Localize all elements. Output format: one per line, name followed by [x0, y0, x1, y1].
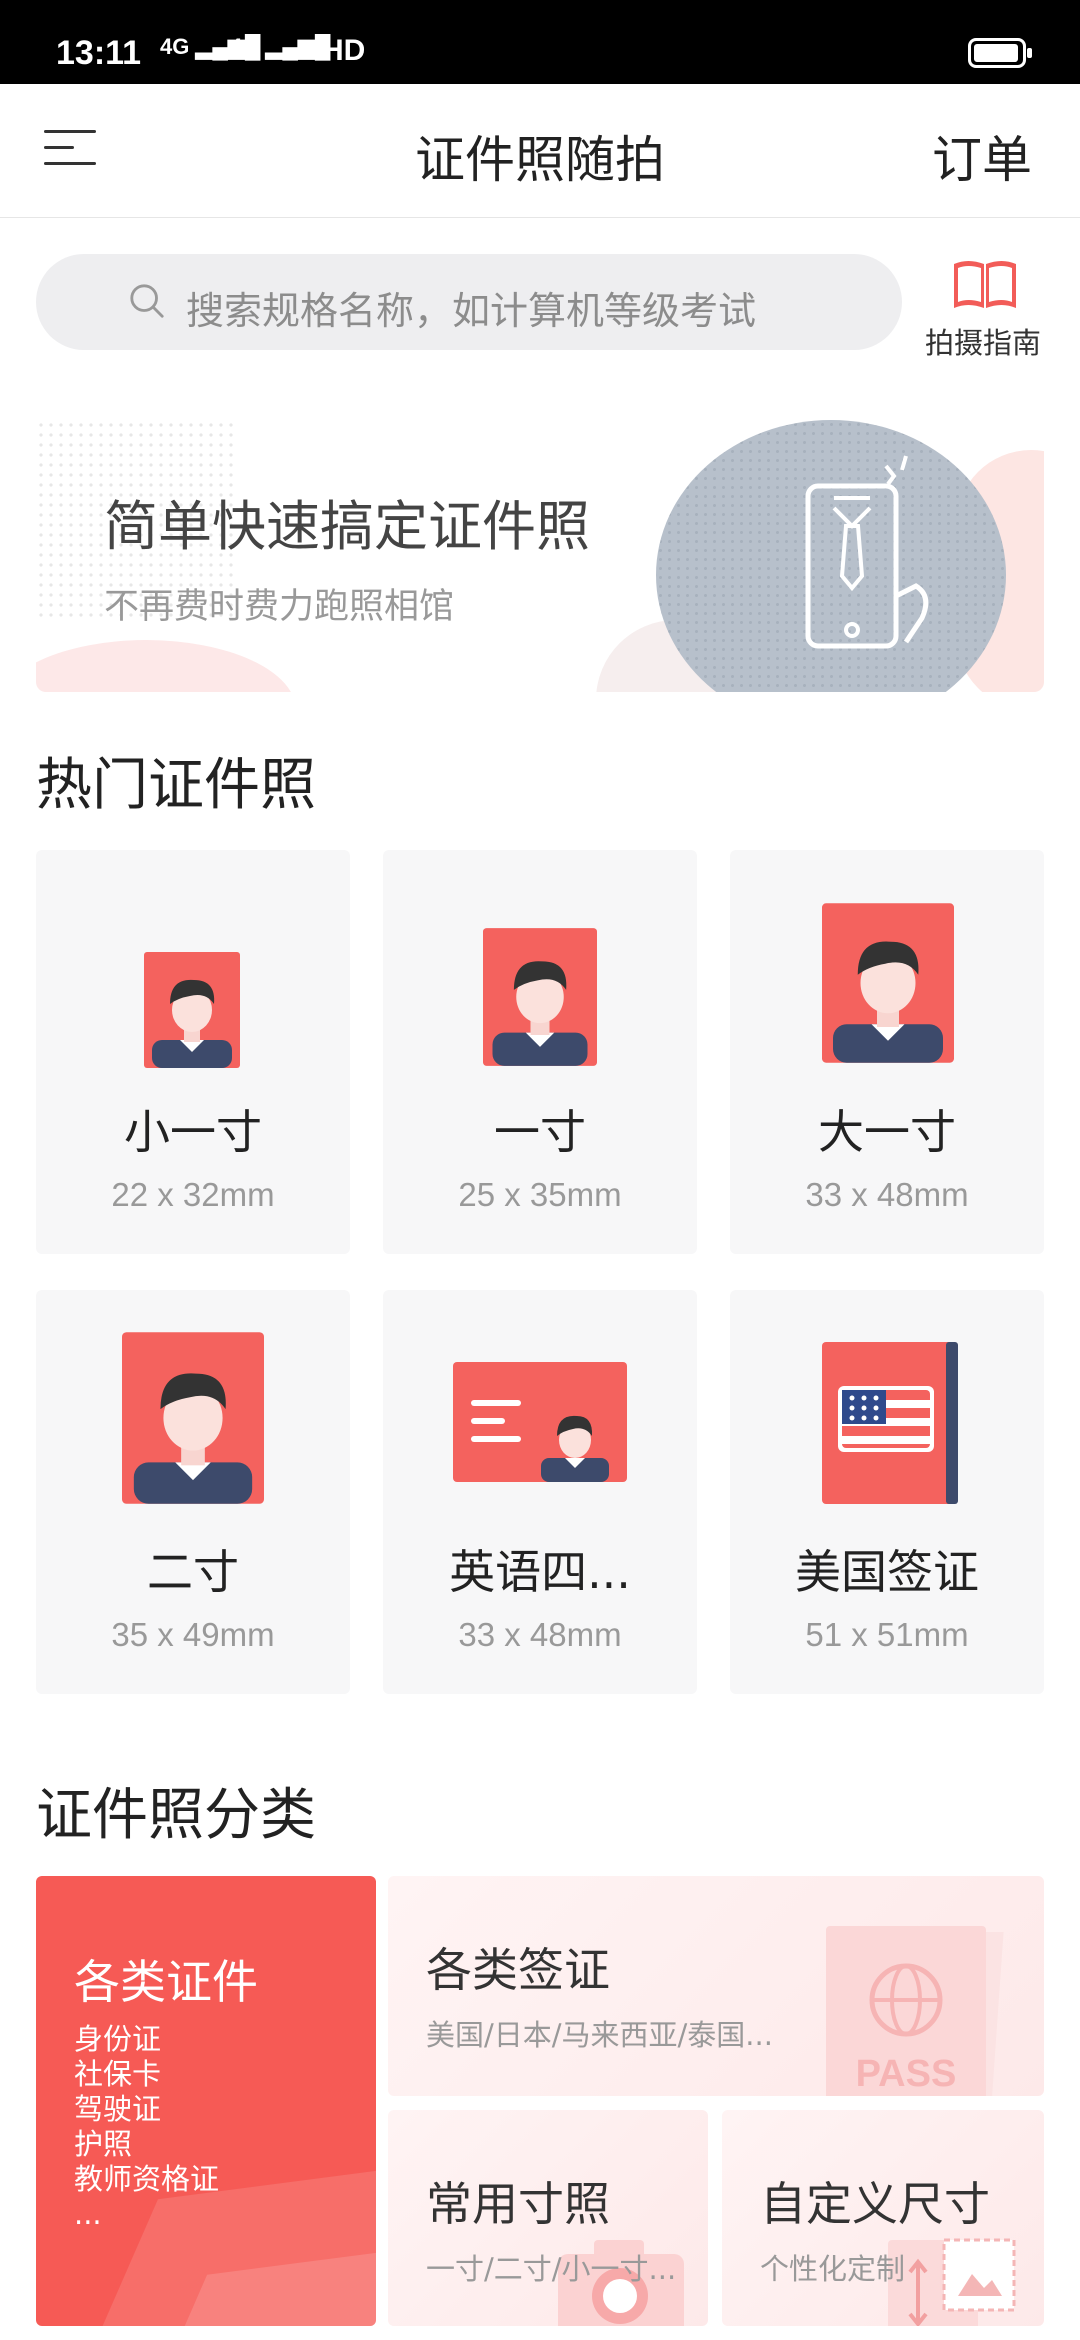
battery-icon [968, 38, 1032, 68]
hot-section-title: 热门证件照 [36, 753, 316, 818]
portrait-photo-icon [122, 1332, 264, 1504]
page-title: 证件照随拍 [415, 131, 665, 189]
document-type-list: 身份证 社保卡 驾驶证 护照 教师资格证 ... [74, 2022, 219, 2232]
category-visas[interactable]: PASS 各类签证 美国/日本/马来西亚/泰国... [388, 1876, 1044, 2096]
hot-item-name: 英语四... [449, 1545, 631, 1599]
hot-item-name: 一寸 [494, 1105, 586, 1159]
hot-item-size: 51 x 51mm [805, 1616, 969, 1653]
category-desc: 美国/日本/马来西亚/泰国... [426, 2018, 773, 2052]
list-item: 教师资格证 [74, 2162, 220, 2196]
list-item: 身份证 [74, 2022, 162, 2056]
orders-button[interactable]: 订单 [932, 120, 1032, 192]
portrait-photo-icon [483, 928, 597, 1066]
portrait-photo-icon [822, 903, 954, 1063]
hd-indicator: HD [322, 34, 366, 67]
hot-item-size: 35 x 49mm [111, 1616, 275, 1653]
category-desc: 个性化定制 [760, 2252, 906, 2286]
signal-icon-2: 4G ▂▄▆█ [230, 34, 331, 59]
hot-item-cet4[interactable]: 英语四... 33 x 48mm [383, 1290, 697, 1694]
shooting-guide-label: 拍摄指南 [924, 326, 1041, 360]
search-placeholder: 搜索规格名称，如计算机等级考试 [186, 289, 757, 333]
hot-item-size: 22 x 32mm [111, 1176, 275, 1213]
search-icon [130, 284, 164, 318]
category-desc: 一寸/二寸/小一寸... [426, 2252, 677, 2286]
hot-item-small-one-inch[interactable]: 小一寸 22 x 32mm [36, 850, 350, 1254]
hot-item-one-inch[interactable]: 一寸 25 x 35mm [383, 850, 697, 1254]
list-item: 社保卡 [74, 2057, 162, 2091]
banner-headline: 简单快速搞定证件照 [104, 495, 590, 558]
passport-icon: PASS [826, 1926, 1004, 2096]
hot-item-size: 25 x 35mm [458, 1176, 622, 1213]
id-card-icon [453, 1362, 627, 1482]
list-item: 驾驶证 [74, 2092, 162, 2126]
category-custom-size[interactable]: 自定义尺寸 个性化定制 [722, 2110, 1044, 2326]
hot-item-size: 33 x 48mm [458, 1616, 622, 1653]
clock: 13:11 [56, 34, 142, 72]
resize-icon [888, 2238, 1016, 2326]
category-title: 常用寸照 [426, 2177, 610, 2231]
hot-item-name: 美国签证 [795, 1545, 979, 1599]
status-bar: 13:11 4G ▂▄▆█ 4G ▂▄▆█ HD [0, 0, 1080, 84]
portrait-photo-icon [144, 952, 240, 1068]
category-section-title: 证件照分类 [36, 1783, 316, 1848]
hot-item-us-visa[interactable]: 美国签证 51 x 51mm [730, 1290, 1044, 1694]
hot-item-name: 小一寸 [124, 1105, 262, 1159]
promo-banner[interactable]: 简单快速搞定证件照 不再费时费力跑照相馆 [36, 420, 1044, 692]
passport-icon-text: PASS [856, 2053, 957, 2095]
list-item: 护照 [74, 2127, 133, 2161]
category-all-documents[interactable]: 各类证件 身份证 社保卡 驾驶证 护照 教师资格证 ... [36, 1876, 376, 2326]
banner-subline: 不再费时费力跑照相馆 [104, 587, 455, 627]
hot-item-name: 二寸 [147, 1545, 239, 1599]
category-common-sizes[interactable]: 常用寸照 一寸/二寸/小一寸... [388, 2110, 708, 2326]
search-input[interactable]: 搜索规格名称，如计算机等级考试 [36, 254, 902, 350]
us-passport-icon [822, 1342, 958, 1504]
hot-item-large-one-inch[interactable]: 大一寸 33 x 48mm [730, 850, 1044, 1254]
category-title: 各类签证 [426, 1943, 610, 1997]
shooting-guide-button[interactable]: 拍摄指南 [918, 250, 1048, 360]
category-title: 各类证件 [74, 1955, 258, 2009]
book-icon [954, 261, 1016, 308]
phone-photo-icon [805, 455, 929, 649]
hot-item-size: 33 x 48mm [805, 1176, 969, 1213]
category-title: 自定义尺寸 [760, 2177, 990, 2231]
list-item: ... [74, 2197, 102, 2231]
app-header: 证件照随拍 订单 [0, 84, 1080, 218]
hot-item-two-inch[interactable]: 二寸 35 x 49mm [36, 1290, 350, 1694]
hot-item-name: 大一寸 [818, 1105, 956, 1159]
